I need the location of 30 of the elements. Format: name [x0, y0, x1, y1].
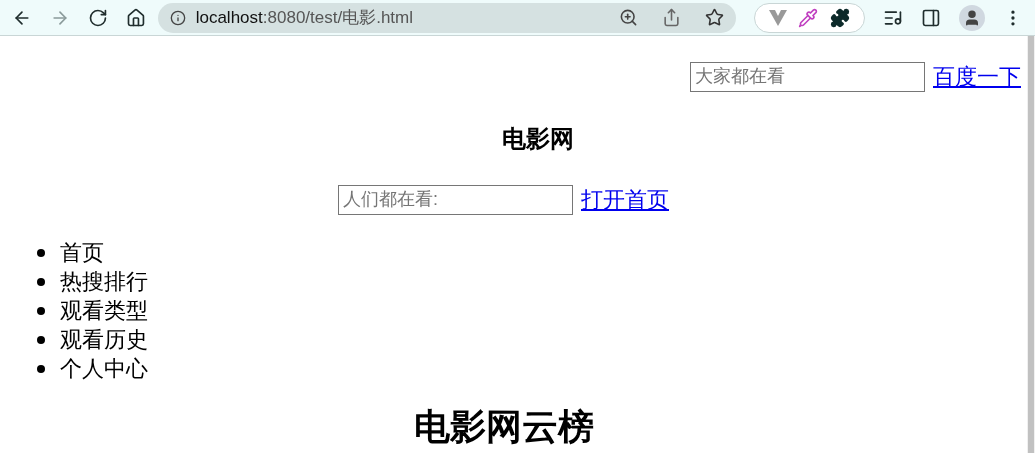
bullet-icon [37, 364, 45, 373]
nav-item[interactable]: 首页 [60, 238, 104, 267]
bookmark-star-icon[interactable] [704, 8, 724, 27]
nav-item[interactable]: 个人中心 [60, 354, 148, 383]
search-field[interactable]: 人们都在看: [338, 184, 573, 215]
search-field[interactable]: 大家都在看 [690, 61, 925, 92]
bullet-icon [37, 335, 45, 344]
puzzle-icon[interactable] [830, 7, 851, 28]
bullet-icon [37, 277, 45, 286]
nav-item[interactable]: 观看类型 [60, 296, 148, 325]
side-panel-icon[interactable] [921, 7, 942, 28]
home-link[interactable]: 打开首页 [581, 183, 669, 216]
nav-item[interactable]: 热搜排行 [60, 267, 148, 296]
nav-item[interactable]: 观看历史 [60, 325, 148, 354]
bullet-icon [37, 248, 45, 257]
profile-avatar[interactable] [959, 4, 986, 31]
search-link[interactable]: 百度一下 [933, 60, 1021, 93]
address-bar[interactable]: localhost:8080/test/电影.html [157, 2, 736, 33]
reload-icon[interactable] [87, 7, 108, 28]
scrollbar[interactable] [1027, 36, 1035, 453]
v-logo-icon[interactable] [768, 9, 787, 26]
eyedropper-icon[interactable] [798, 7, 819, 28]
info-icon[interactable] [169, 9, 186, 26]
bullet-icon [37, 306, 45, 315]
url-text: localhost:8080/test/电影.html [195, 6, 414, 29]
zoom-icon[interactable] [618, 8, 638, 27]
section-heading: 电影网云榜 [412, 407, 595, 447]
site-title: 电影网 [500, 124, 575, 154]
home-icon[interactable] [125, 7, 146, 28]
share-icon[interactable] [661, 8, 681, 27]
